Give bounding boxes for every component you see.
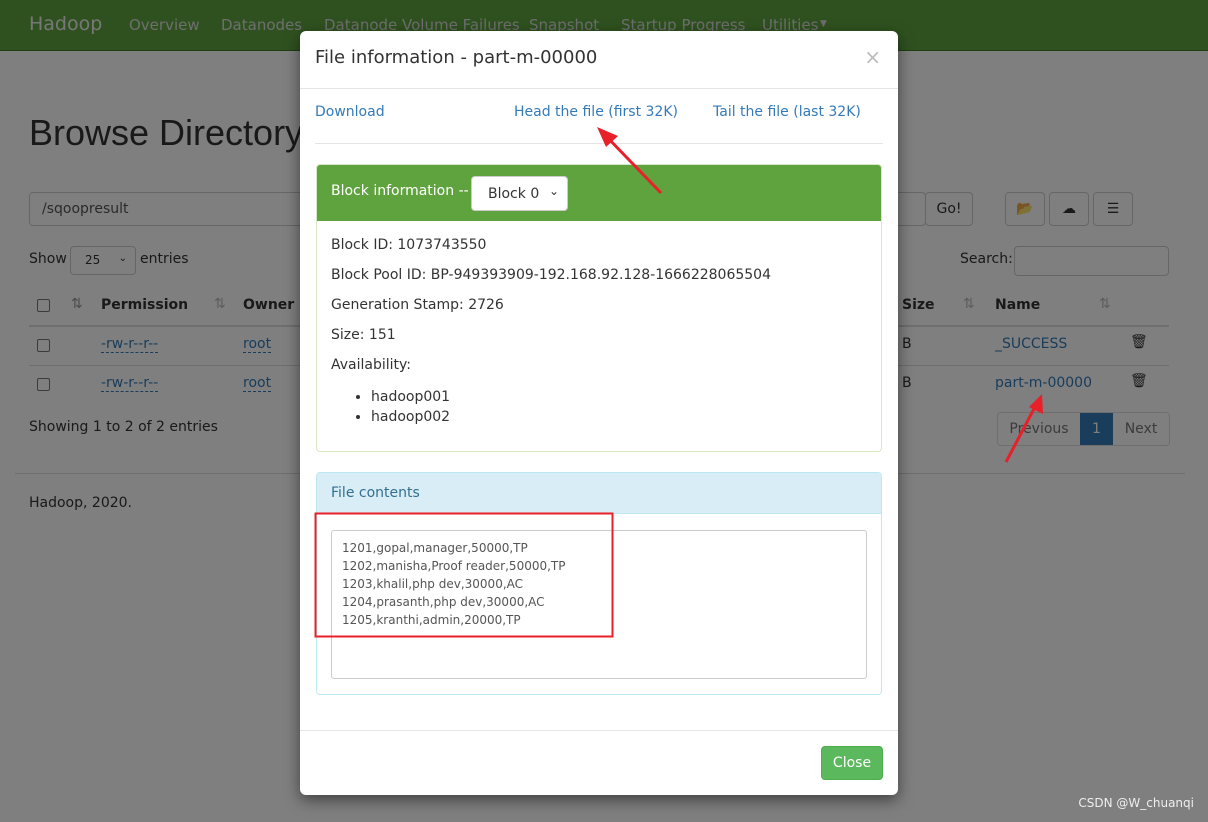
- annotation-overlay: [314, 127, 1043, 638]
- annotation-box: [314, 512, 614, 638]
- arrow-head: [1029, 394, 1043, 414]
- watermark: CSDN @W_chuanqi: [1078, 796, 1194, 810]
- annotation-arrow: [603, 133, 663, 195]
- annotation-arrow: [1004, 404, 1038, 463]
